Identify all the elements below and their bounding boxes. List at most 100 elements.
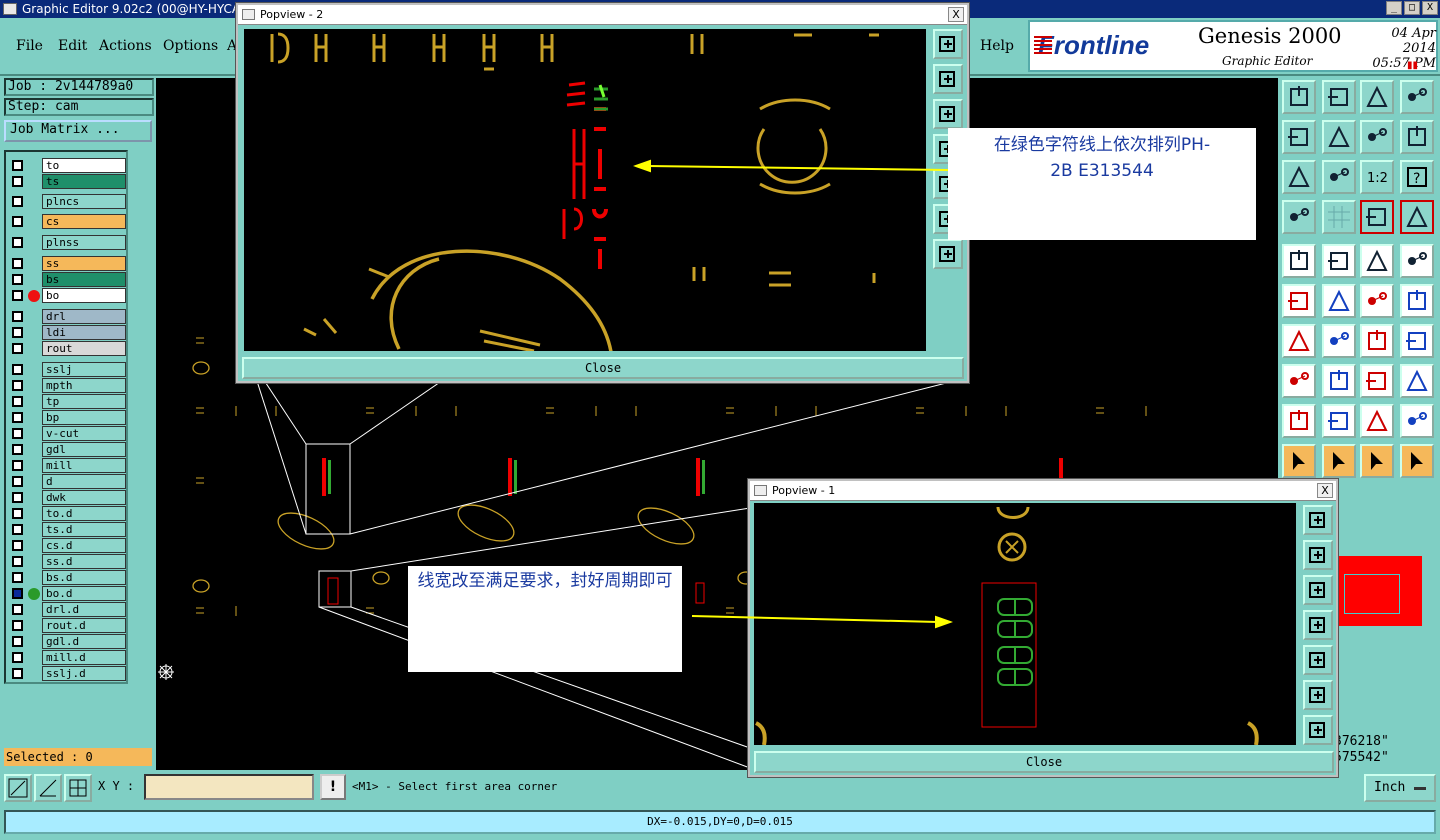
mirror-button[interactable] bbox=[1400, 324, 1434, 358]
layer-row-rout[interactable]: rout bbox=[10, 341, 128, 356]
layer-name[interactable]: bs bbox=[42, 272, 126, 287]
layer-checkbox[interactable] bbox=[12, 668, 23, 679]
rotate-button[interactable] bbox=[1360, 120, 1394, 154]
layer-checkbox[interactable] bbox=[12, 636, 23, 647]
draw-line-button[interactable] bbox=[1322, 244, 1356, 278]
line-slant-button[interactable] bbox=[1322, 324, 1356, 358]
snap-on-button[interactable] bbox=[1360, 200, 1394, 234]
zoom-center-button[interactable] bbox=[1303, 715, 1333, 745]
layer-checkbox[interactable] bbox=[12, 196, 23, 207]
layer-checkbox[interactable] bbox=[12, 444, 23, 455]
fill-up-button[interactable] bbox=[1282, 80, 1316, 114]
popview-1-close-x[interactable]: X bbox=[1317, 483, 1333, 498]
layer-row-sslj[interactable]: sslj bbox=[10, 362, 128, 377]
layer-row-bs[interactable]: bs bbox=[10, 272, 128, 287]
layer-name[interactable]: ss.d bbox=[42, 554, 126, 569]
layer-name[interactable]: v-cut bbox=[42, 426, 126, 441]
minimize-button[interactable]: _ bbox=[1386, 1, 1402, 15]
layer-checkbox[interactable] bbox=[12, 604, 23, 615]
ruler-button[interactable] bbox=[1360, 244, 1394, 278]
layer-checkbox[interactable] bbox=[12, 290, 23, 301]
fill-down-button[interactable] bbox=[1322, 80, 1356, 114]
popview-1-window[interactable]: Popview - 1 X Close bbox=[748, 479, 1338, 777]
menu-file[interactable]: File bbox=[16, 38, 43, 54]
layer-name[interactable]: bo bbox=[42, 288, 126, 303]
layer-row-cs[interactable]: cs bbox=[10, 214, 128, 229]
angle-button[interactable] bbox=[1282, 324, 1316, 358]
layer-row-cs-d[interactable]: cs.d bbox=[10, 538, 128, 553]
layer-row-mill[interactable]: mill bbox=[10, 458, 128, 473]
layer-row-mill-d[interactable]: mill.d bbox=[10, 650, 128, 665]
layer-checkbox[interactable] bbox=[12, 216, 23, 227]
snap-button[interactable] bbox=[64, 774, 92, 802]
layer-name[interactable]: dwk bbox=[42, 490, 126, 505]
layer-row-ldi[interactable]: ldi bbox=[10, 325, 128, 340]
layer-row-sslj-d[interactable]: sslj.d bbox=[10, 666, 128, 681]
layer-checkbox[interactable] bbox=[12, 428, 23, 439]
layer-row-gdl[interactable]: gdl bbox=[10, 442, 128, 457]
step-button[interactable] bbox=[1400, 120, 1434, 154]
layer-row-ss[interactable]: ss bbox=[10, 256, 128, 271]
popview-2-close-x[interactable]: X bbox=[948, 7, 964, 22]
layer-name[interactable]: cs bbox=[42, 214, 126, 229]
layer-checkbox[interactable] bbox=[12, 476, 23, 487]
layer-checkbox[interactable] bbox=[12, 524, 23, 535]
layer-row-ts-d[interactable]: ts.d bbox=[10, 522, 128, 537]
xy-input[interactable] bbox=[144, 774, 314, 800]
layer-name[interactable]: ts bbox=[42, 174, 126, 189]
triangle-c-button[interactable] bbox=[1360, 404, 1394, 438]
close-window-button[interactable]: X bbox=[1422, 1, 1438, 15]
layer-name[interactable]: bo.d bbox=[42, 586, 126, 601]
ruler-box-button[interactable] bbox=[1400, 80, 1434, 114]
layer-row-gdl-d[interactable]: gdl.d bbox=[10, 634, 128, 649]
grid-button[interactable] bbox=[1322, 200, 1356, 234]
layer-checkbox[interactable] bbox=[12, 572, 23, 583]
zoom-in-button[interactable] bbox=[1303, 505, 1333, 535]
layer-name[interactable]: to.d bbox=[42, 506, 126, 521]
layer-checkbox[interactable] bbox=[12, 588, 23, 599]
layer-checkbox[interactable] bbox=[12, 620, 23, 631]
layer-name[interactable]: mpth bbox=[42, 378, 126, 393]
layer-row-tp[interactable]: tp bbox=[10, 394, 128, 409]
pan-right-button[interactable] bbox=[1303, 645, 1333, 675]
layer-row-bs-d[interactable]: bs.d bbox=[10, 570, 128, 585]
layer-row-ts[interactable]: ts bbox=[10, 174, 128, 189]
pad-dot-button[interactable] bbox=[1282, 364, 1316, 398]
layer-name[interactable]: rout bbox=[42, 341, 126, 356]
layer-name[interactable]: ts.d bbox=[42, 522, 126, 537]
layer-name[interactable]: bp bbox=[42, 410, 126, 425]
layer-checkbox[interactable] bbox=[12, 364, 23, 375]
arc-button[interactable] bbox=[1360, 324, 1394, 358]
layer-row-drl[interactable]: drl bbox=[10, 309, 128, 324]
layer-name[interactable]: sslj bbox=[42, 362, 126, 377]
popview-2-window[interactable]: Popview - 2 X Close bbox=[236, 3, 969, 383]
zoom-fit-button[interactable] bbox=[1282, 160, 1316, 194]
connect-alt-button[interactable] bbox=[1400, 284, 1434, 318]
layer-checkbox[interactable] bbox=[12, 380, 23, 391]
layer-name[interactable]: d bbox=[42, 474, 126, 489]
ratio-1-2-button[interactable]: 1:2 bbox=[1360, 160, 1394, 194]
menu-options[interactable]: Options bbox=[163, 38, 218, 54]
layer-row-ss-d[interactable]: ss.d bbox=[10, 554, 128, 569]
menu-actions[interactable]: Actions bbox=[99, 38, 152, 54]
connect-button[interactable] bbox=[1360, 284, 1394, 318]
fill-up-button[interactable] bbox=[1303, 540, 1333, 570]
measure-button[interactable] bbox=[34, 774, 62, 802]
layer-name[interactable]: bs.d bbox=[42, 570, 126, 585]
dimension-button[interactable] bbox=[1360, 364, 1394, 398]
layer-checkbox[interactable] bbox=[12, 412, 23, 423]
pointer-button[interactable] bbox=[1282, 444, 1316, 478]
zoom-center-button[interactable] bbox=[1322, 160, 1356, 194]
popview-2-close-button[interactable]: Close bbox=[242, 357, 964, 379]
layer-checkbox[interactable] bbox=[12, 540, 23, 551]
cluster-button[interactable] bbox=[1400, 364, 1434, 398]
layer-name[interactable]: mill bbox=[42, 458, 126, 473]
triangle-b-button[interactable] bbox=[1322, 404, 1356, 438]
layer-name[interactable]: mill.d bbox=[42, 650, 126, 665]
zoom-fit-button[interactable] bbox=[1303, 680, 1333, 710]
snap-off-button[interactable] bbox=[1400, 200, 1434, 234]
layer-checkbox[interactable] bbox=[12, 343, 23, 354]
zoom-in-button[interactable] bbox=[933, 29, 963, 59]
layer-checkbox[interactable] bbox=[12, 652, 23, 663]
select-pad-button[interactable] bbox=[1400, 244, 1434, 278]
